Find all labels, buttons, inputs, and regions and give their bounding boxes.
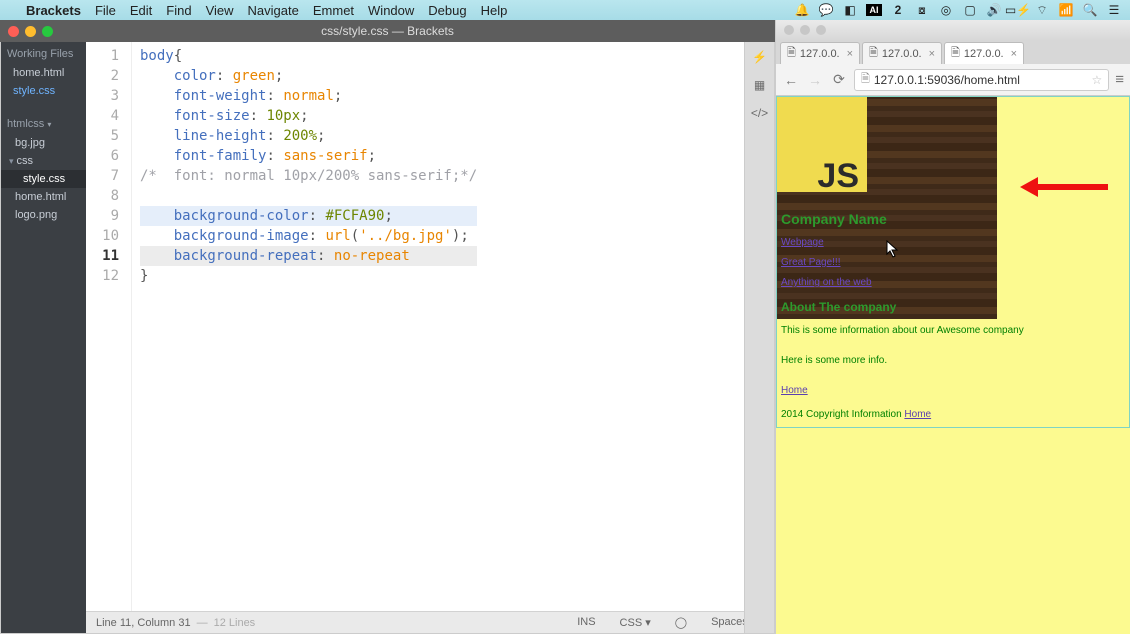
chrome-maximize-button[interactable] xyxy=(816,25,826,35)
nav-link-3[interactable]: Anything on the web xyxy=(781,273,993,293)
badge-two-icon[interactable]: 2 xyxy=(890,3,906,17)
tree-bg[interactable]: bg.jpg xyxy=(1,134,86,152)
chrome-menu-icon[interactable]: ≡ xyxy=(1115,71,1124,88)
window-minimize-button[interactable] xyxy=(25,26,36,37)
app-name-menu[interactable]: Brackets xyxy=(26,3,81,18)
working-file-style[interactable]: style.css xyxy=(1,82,86,100)
tab-close-icon[interactable]: × xyxy=(847,48,853,60)
forward-button[interactable]: → xyxy=(806,71,824,89)
insert-mode[interactable]: INS xyxy=(573,616,599,629)
cube-icon[interactable]: ◧ xyxy=(842,3,858,17)
menu-help[interactable]: Help xyxy=(481,3,508,18)
menu-find[interactable]: Find xyxy=(166,3,191,18)
about-heading: About The company xyxy=(777,295,997,319)
copyright-text: 2014 Copyright Information xyxy=(781,409,904,420)
menu-view[interactable]: View xyxy=(206,3,234,18)
window-title: css/style.css — Brackets xyxy=(0,24,775,38)
tab-label: 127.0.0. xyxy=(800,48,840,60)
brackets-titlebar[interactable]: css/style.css — Brackets xyxy=(0,20,775,42)
window-maximize-button[interactable] xyxy=(42,26,53,37)
editor-area: 123456789101112 body{ color: green; font… xyxy=(86,42,774,633)
nav-link-1[interactable]: Webpage xyxy=(781,233,993,253)
statusbar: Line 11, Column 31 — 12 Lines INS CSS ▾ … xyxy=(86,611,774,633)
back-button[interactable]: ← xyxy=(782,71,800,89)
tab-label: 127.0.0. xyxy=(882,48,922,60)
menu-navigate[interactable]: Navigate xyxy=(248,3,299,18)
extension-toolbar: ⚡ ▦ </> xyxy=(744,42,774,633)
line-count: 12 Lines xyxy=(214,617,256,629)
code-tag-icon[interactable]: </> xyxy=(751,104,769,122)
chrome-tab-1[interactable]: 🗎 127.0.0. × xyxy=(780,42,860,64)
volume-icon[interactable]: 🔊 xyxy=(986,3,1002,17)
page-icon: 🗎 xyxy=(861,70,870,89)
nav-link-2[interactable]: Great Page!!! xyxy=(781,253,993,273)
tree-logo-png[interactable]: logo.png xyxy=(1,206,86,224)
js-logo: JS xyxy=(777,97,867,192)
chat-icon[interactable]: 💬 xyxy=(818,3,834,17)
tab-favicon-icon: 🗎 xyxy=(951,44,960,63)
tree-css-folder[interactable]: ▾css xyxy=(1,152,86,170)
tree-style-css[interactable]: style.css xyxy=(1,170,86,188)
about-paragraph-2: Here is some more info. xyxy=(777,349,1129,373)
code-content[interactable]: body{ color: green; font-weight: normal;… xyxy=(132,42,477,611)
home-link[interactable]: Home xyxy=(781,385,808,396)
status-circle-icon[interactable]: ◯ xyxy=(671,616,691,629)
spotlight-icon[interactable]: 🔍 xyxy=(1082,3,1098,17)
battery-icon[interactable]: ▭⚡ xyxy=(1010,3,1026,17)
notifications-icon[interactable]: 🔔 xyxy=(794,3,810,17)
chrome-toolbar: ← → ⟳ 🗎 127.0.0.1:59036/home.html ☆ ≡ xyxy=(776,64,1130,96)
brackets-sidebar: Working Files home.html style.css htmlcs… xyxy=(1,42,86,633)
line-gutter: 123456789101112 xyxy=(86,42,132,611)
about-paragraph-1: This is some information about our Aweso… xyxy=(777,319,1129,343)
reload-button[interactable]: ⟳ xyxy=(830,71,848,89)
chrome-minimize-button[interactable] xyxy=(800,25,810,35)
working-files-label: Working Files xyxy=(1,42,86,64)
extension-manager-icon[interactable]: ▦ xyxy=(751,76,769,94)
window-close-button[interactable] xyxy=(8,26,19,37)
menu-debug[interactable]: Debug xyxy=(428,3,466,18)
chrome-window: 🗎 127.0.0. × 🗎 127.0.0. × 🗎 127.0.0. × ←… xyxy=(775,20,1130,634)
display-icon[interactable]: ▢ xyxy=(962,3,978,17)
menu-edit[interactable]: Edit xyxy=(130,3,152,18)
brackets-window: css/style.css — Brackets Working Files h… xyxy=(0,20,775,634)
annotation-arrow xyxy=(1020,177,1108,197)
tab-favicon-icon: 🗎 xyxy=(787,44,796,63)
notification-center-icon[interactable]: ☰ xyxy=(1106,3,1122,17)
company-heading: Company Name xyxy=(777,207,997,231)
chrome-tab-3[interactable]: 🗎 127.0.0. × xyxy=(944,42,1024,64)
working-file-home[interactable]: home.html xyxy=(1,64,86,82)
copyright-home-link[interactable]: Home xyxy=(904,409,931,420)
live-preview-icon[interactable]: ⚡ xyxy=(751,48,769,66)
menu-emmet[interactable]: Emmet xyxy=(313,3,354,18)
tree-home-html[interactable]: home.html xyxy=(1,188,86,206)
chrome-titlebar[interactable] xyxy=(776,20,1130,40)
tab-close-icon[interactable]: × xyxy=(1011,48,1017,60)
dropbox-icon[interactable]: ⧇ xyxy=(914,3,930,18)
tab-label: 127.0.0. xyxy=(964,48,1004,60)
project-label[interactable]: htmlcss ▾ xyxy=(1,112,86,134)
sync-icon[interactable]: ◎ xyxy=(938,3,954,17)
chrome-close-button[interactable] xyxy=(784,25,794,35)
chrome-tab-2[interactable]: 🗎 127.0.0. × xyxy=(862,42,942,64)
menu-file[interactable]: File xyxy=(95,3,116,18)
language-mode[interactable]: CSS ▾ xyxy=(616,616,655,629)
adobe-ai-icon[interactable]: AI xyxy=(866,4,882,16)
wifi-icon[interactable]: ⌔ xyxy=(1034,3,1050,18)
chrome-tabstrip: 🗎 127.0.0. × 🗎 127.0.0. × 🗎 127.0.0. × xyxy=(776,40,1130,64)
tab-favicon-icon: 🗎 xyxy=(869,44,878,63)
code-editor[interactable]: 123456789101112 body{ color: green; font… xyxy=(86,42,774,611)
url-text: 127.0.0.1:59036/home.html xyxy=(874,73,1020,87)
cursor-position: Line 11, Column 31 xyxy=(96,617,191,629)
menu-window[interactable]: Window xyxy=(368,3,414,18)
signal-icon[interactable]: 📶 xyxy=(1058,3,1074,17)
bookmark-star-icon[interactable]: ☆ xyxy=(1091,73,1102,87)
tab-close-icon[interactable]: × xyxy=(929,48,935,60)
address-bar[interactable]: 🗎 127.0.0.1:59036/home.html ☆ xyxy=(854,69,1109,91)
mac-menubar: Brackets File Edit Find View Navigate Em… xyxy=(0,0,1130,20)
